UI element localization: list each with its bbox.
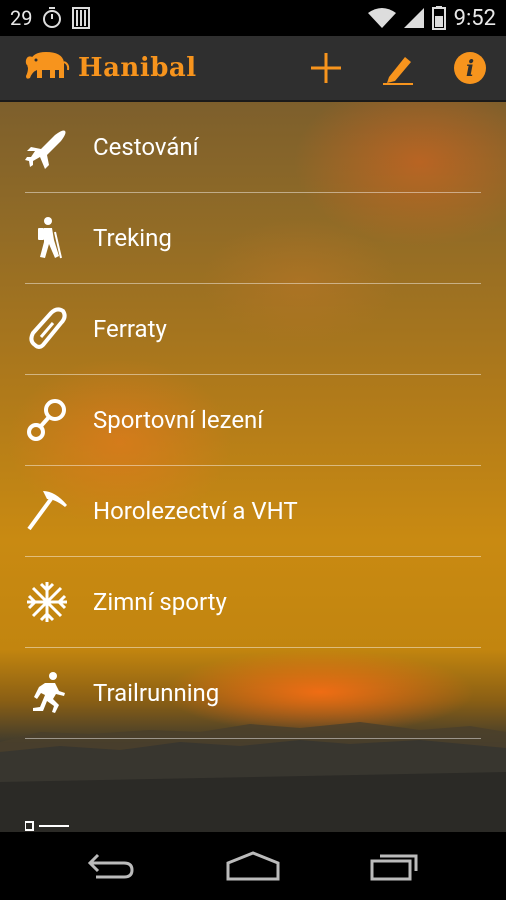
edit-button[interactable]: [362, 35, 434, 101]
menu-item-horolezectvi[interactable]: Horolezectví a VHT: [25, 466, 481, 557]
menu-item-zimni-sporty[interactable]: Zimní sporty: [25, 557, 481, 648]
app-title: Hanibal: [78, 53, 197, 83]
airplane-icon: [25, 125, 69, 169]
battery-icon: [431, 6, 446, 30]
climbing-ring-icon: [25, 398, 69, 442]
back-button[interactable]: [71, 836, 151, 896]
runner-icon: [25, 671, 69, 715]
menu-label: Zimní sporty: [93, 588, 227, 616]
action-bar: Hanibal i: [0, 36, 506, 102]
info-button[interactable]: i: [434, 35, 506, 101]
status-bar: 29 9:52: [0, 0, 506, 36]
menu-label: Sportovní lezení: [93, 406, 264, 434]
svg-text:i: i: [466, 56, 474, 82]
signal-icon: [403, 8, 424, 28]
home-button[interactable]: [213, 836, 293, 896]
plus-icon: [311, 53, 341, 83]
info-icon: i: [454, 52, 486, 84]
list-icon: [25, 821, 69, 831]
menu-label: Cestování: [93, 133, 199, 161]
elephant-icon: [25, 52, 70, 79]
sd-card-icon: [72, 7, 91, 29]
clock: 9:52: [453, 5, 496, 31]
menu-item-trailrunning[interactable]: Trailrunning: [25, 648, 481, 739]
menu-item-cestovani[interactable]: Cestování: [25, 102, 481, 193]
notification-count: 29: [10, 6, 33, 30]
ice-axe-icon: [25, 489, 69, 533]
snowflake-icon: [25, 580, 69, 624]
home-icon: [226, 851, 280, 881]
category-menu: Cestování Treking Ferraty Sportovní leze…: [0, 102, 506, 739]
recent-apps-icon: [370, 854, 418, 881]
carabiner-icon: [25, 307, 69, 351]
system-nav-bar: [0, 832, 506, 900]
main-content: Cestování Treking Ferraty Sportovní leze…: [0, 102, 506, 832]
stopwatch-icon: [43, 7, 62, 28]
add-button[interactable]: [290, 35, 362, 101]
menu-item-sportovni-lezeni[interactable]: Sportovní lezení: [25, 375, 481, 466]
menu-label: Ferraty: [93, 315, 167, 343]
back-icon: [87, 853, 134, 879]
menu-label: Treking: [93, 224, 172, 252]
menu-item-ferraty[interactable]: Ferraty: [25, 284, 481, 375]
app-brand[interactable]: Hanibal: [0, 48, 197, 88]
menu-label: Horolezectví a VHT: [93, 497, 298, 525]
menu-item-partial[interactable]: [25, 820, 69, 832]
wifi-icon: [367, 8, 396, 28]
menu-label: Trailrunning: [93, 679, 220, 707]
pencil-icon: [383, 57, 413, 85]
menu-item-treking[interactable]: Treking: [25, 193, 481, 284]
hiker-icon: [25, 216, 69, 260]
recent-apps-button[interactable]: [355, 836, 435, 896]
